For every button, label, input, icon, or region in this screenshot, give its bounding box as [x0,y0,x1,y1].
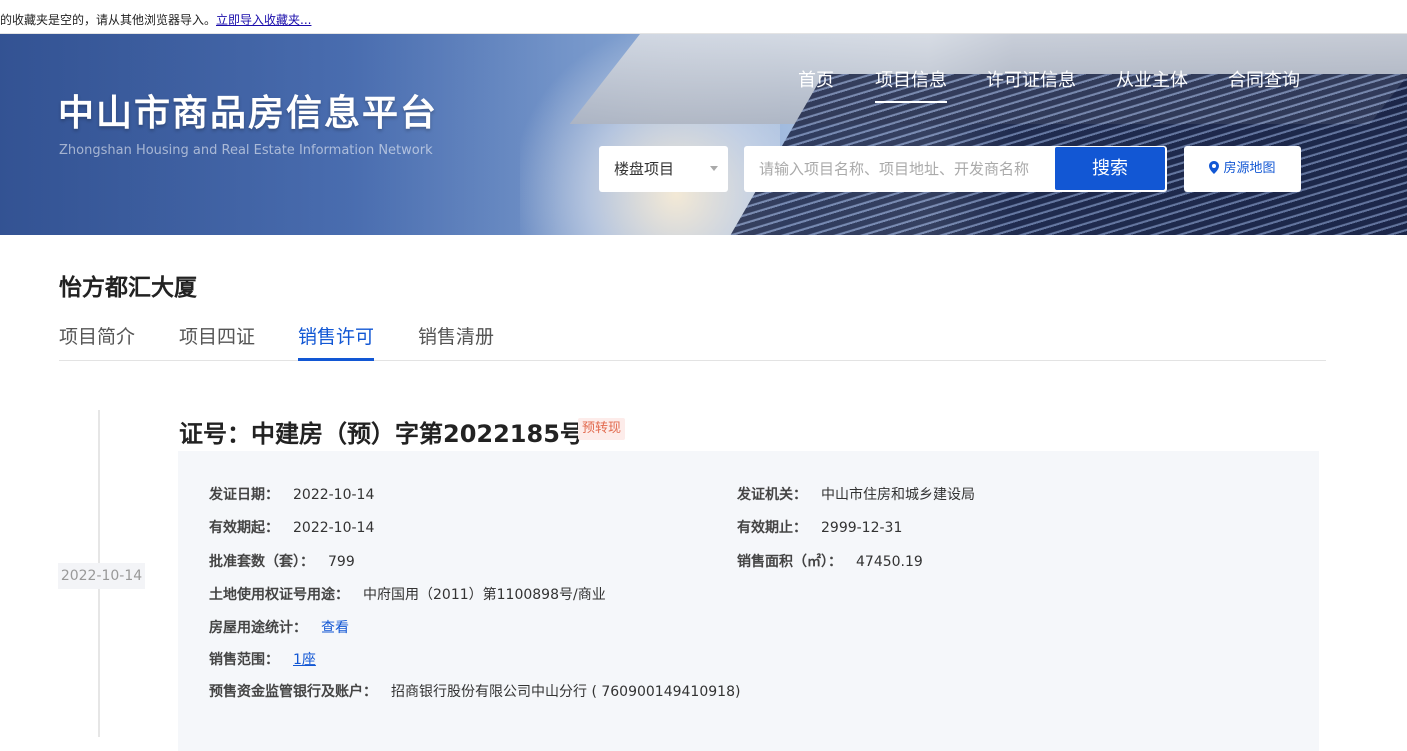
nav-practitioners[interactable]: 从业主体 [1116,66,1188,92]
issuer-row: 发证机关： 中山市住房和城乡建设局 [737,484,975,504]
project-name: 怡方都汇大厦 [59,275,197,301]
issuer-value: 中山市住房和城乡建设局 [821,487,975,503]
nav-permit-info[interactable]: 许可证信息 [986,66,1076,92]
search-type-value: 楼盘项目 [614,160,675,178]
bookmark-empty-message: 的收藏夹是空的，请从其他浏览器导入。 [0,13,217,27]
nav-contract-query[interactable]: 合同查询 [1228,66,1300,92]
chevron-down-icon [710,166,718,171]
sale-area-row: 销售面积（㎡）： 47450.19 [737,551,923,571]
location-pin-icon [1209,161,1220,174]
approved-units-label: 批准套数（套）： [209,554,314,570]
search-button[interactable]: 搜索 [1055,147,1165,190]
valid-from-value: 2022-10-14 [293,520,375,536]
nav-home[interactable]: 首页 [798,66,834,92]
nav-project-info[interactable]: 项目信息 [875,66,947,103]
sale-area-value: 47450.19 [856,554,923,570]
valid-from-label: 有效期起： [209,520,279,536]
issuer-label: 发证机关： [737,487,807,503]
permit-details-panel: 发证日期： 2022-10-14 发证机关： 中山市住房和城乡建设局 有效期起： 20… [178,451,1319,751]
usage-stats-row: 房屋用途统计： 查看 [209,617,349,637]
valid-to-row: 有效期止： 2999-12-31 [737,517,902,537]
search-input[interactable] [744,146,1054,192]
usage-stats-view-link[interactable]: 查看 [321,620,349,636]
main-nav: 首页 项目信息 许可证信息 从业主体 合同查询 [0,34,1407,103]
permit-number-title: 证号：中建房（预）字第2022185号 [179,420,584,448]
bank-account-row: 预售资金监管银行及账户： 招商银行股份有限公司中山分行 ( 76090014941… [209,681,740,701]
issue-date-row: 发证日期： 2022-10-14 [209,484,374,504]
sale-scope-row: 销售范围： 1座 [209,649,316,669]
project-tabs: 项目简介 项目四证 销售许可 销售清册 [59,322,1326,361]
import-bookmarks-link[interactable]: 立即导入收藏夹... [216,11,311,28]
timeline-date: 2022-10-14 [58,563,145,589]
bank-account-label: 预售资金监管银行及账户： [209,684,377,700]
sale-scope-label: 销售范围： [209,652,279,668]
land-cert-row: 土地使用权证号用途： 中府国用（2011）第1100898号/商业 [209,584,606,604]
tab-project-certificates[interactable]: 项目四证 [179,322,255,349]
land-cert-value: 中府国用（2011）第1100898号/商业 [363,587,606,603]
sale-area-label: 销售面积（㎡）： [737,554,842,570]
bank-account-value: 招商银行股份有限公司中山分行 ( 760900149410918) [391,684,741,700]
sale-scope-link[interactable]: 1座 [293,652,316,668]
issue-date-label: 发证日期： [209,487,279,503]
housing-map-label: 房源地图 [1223,161,1276,176]
tab-sales-permit[interactable]: 销售许可 [298,322,375,361]
site-subtitle: Zhongshan Housing and Real Estate Inform… [59,143,433,158]
land-cert-label: 土地使用权证号用途： [209,587,349,603]
housing-map-button[interactable]: 房源地图 [1184,146,1301,192]
valid-from-row: 有效期起： 2022-10-14 [209,517,374,537]
valid-to-label: 有效期止： [737,520,807,536]
approved-units-row: 批准套数（套）： 799 [209,551,355,571]
approved-units-value: 799 [328,554,355,570]
tab-sales-inventory[interactable]: 销售清册 [418,322,494,349]
status-badge: 预转现 [578,418,626,440]
usage-stats-label: 房屋用途统计： [209,620,307,636]
issue-date-value: 2022-10-14 [293,487,375,503]
search-type-select[interactable]: 楼盘项目 [599,146,728,192]
bookmark-bar: 的收藏夹是空的，请从其他浏览器导入。 立即导入收藏夹... [0,0,1407,34]
valid-to-value: 2999-12-31 [821,520,903,536]
tab-project-intro[interactable]: 项目简介 [59,322,135,349]
